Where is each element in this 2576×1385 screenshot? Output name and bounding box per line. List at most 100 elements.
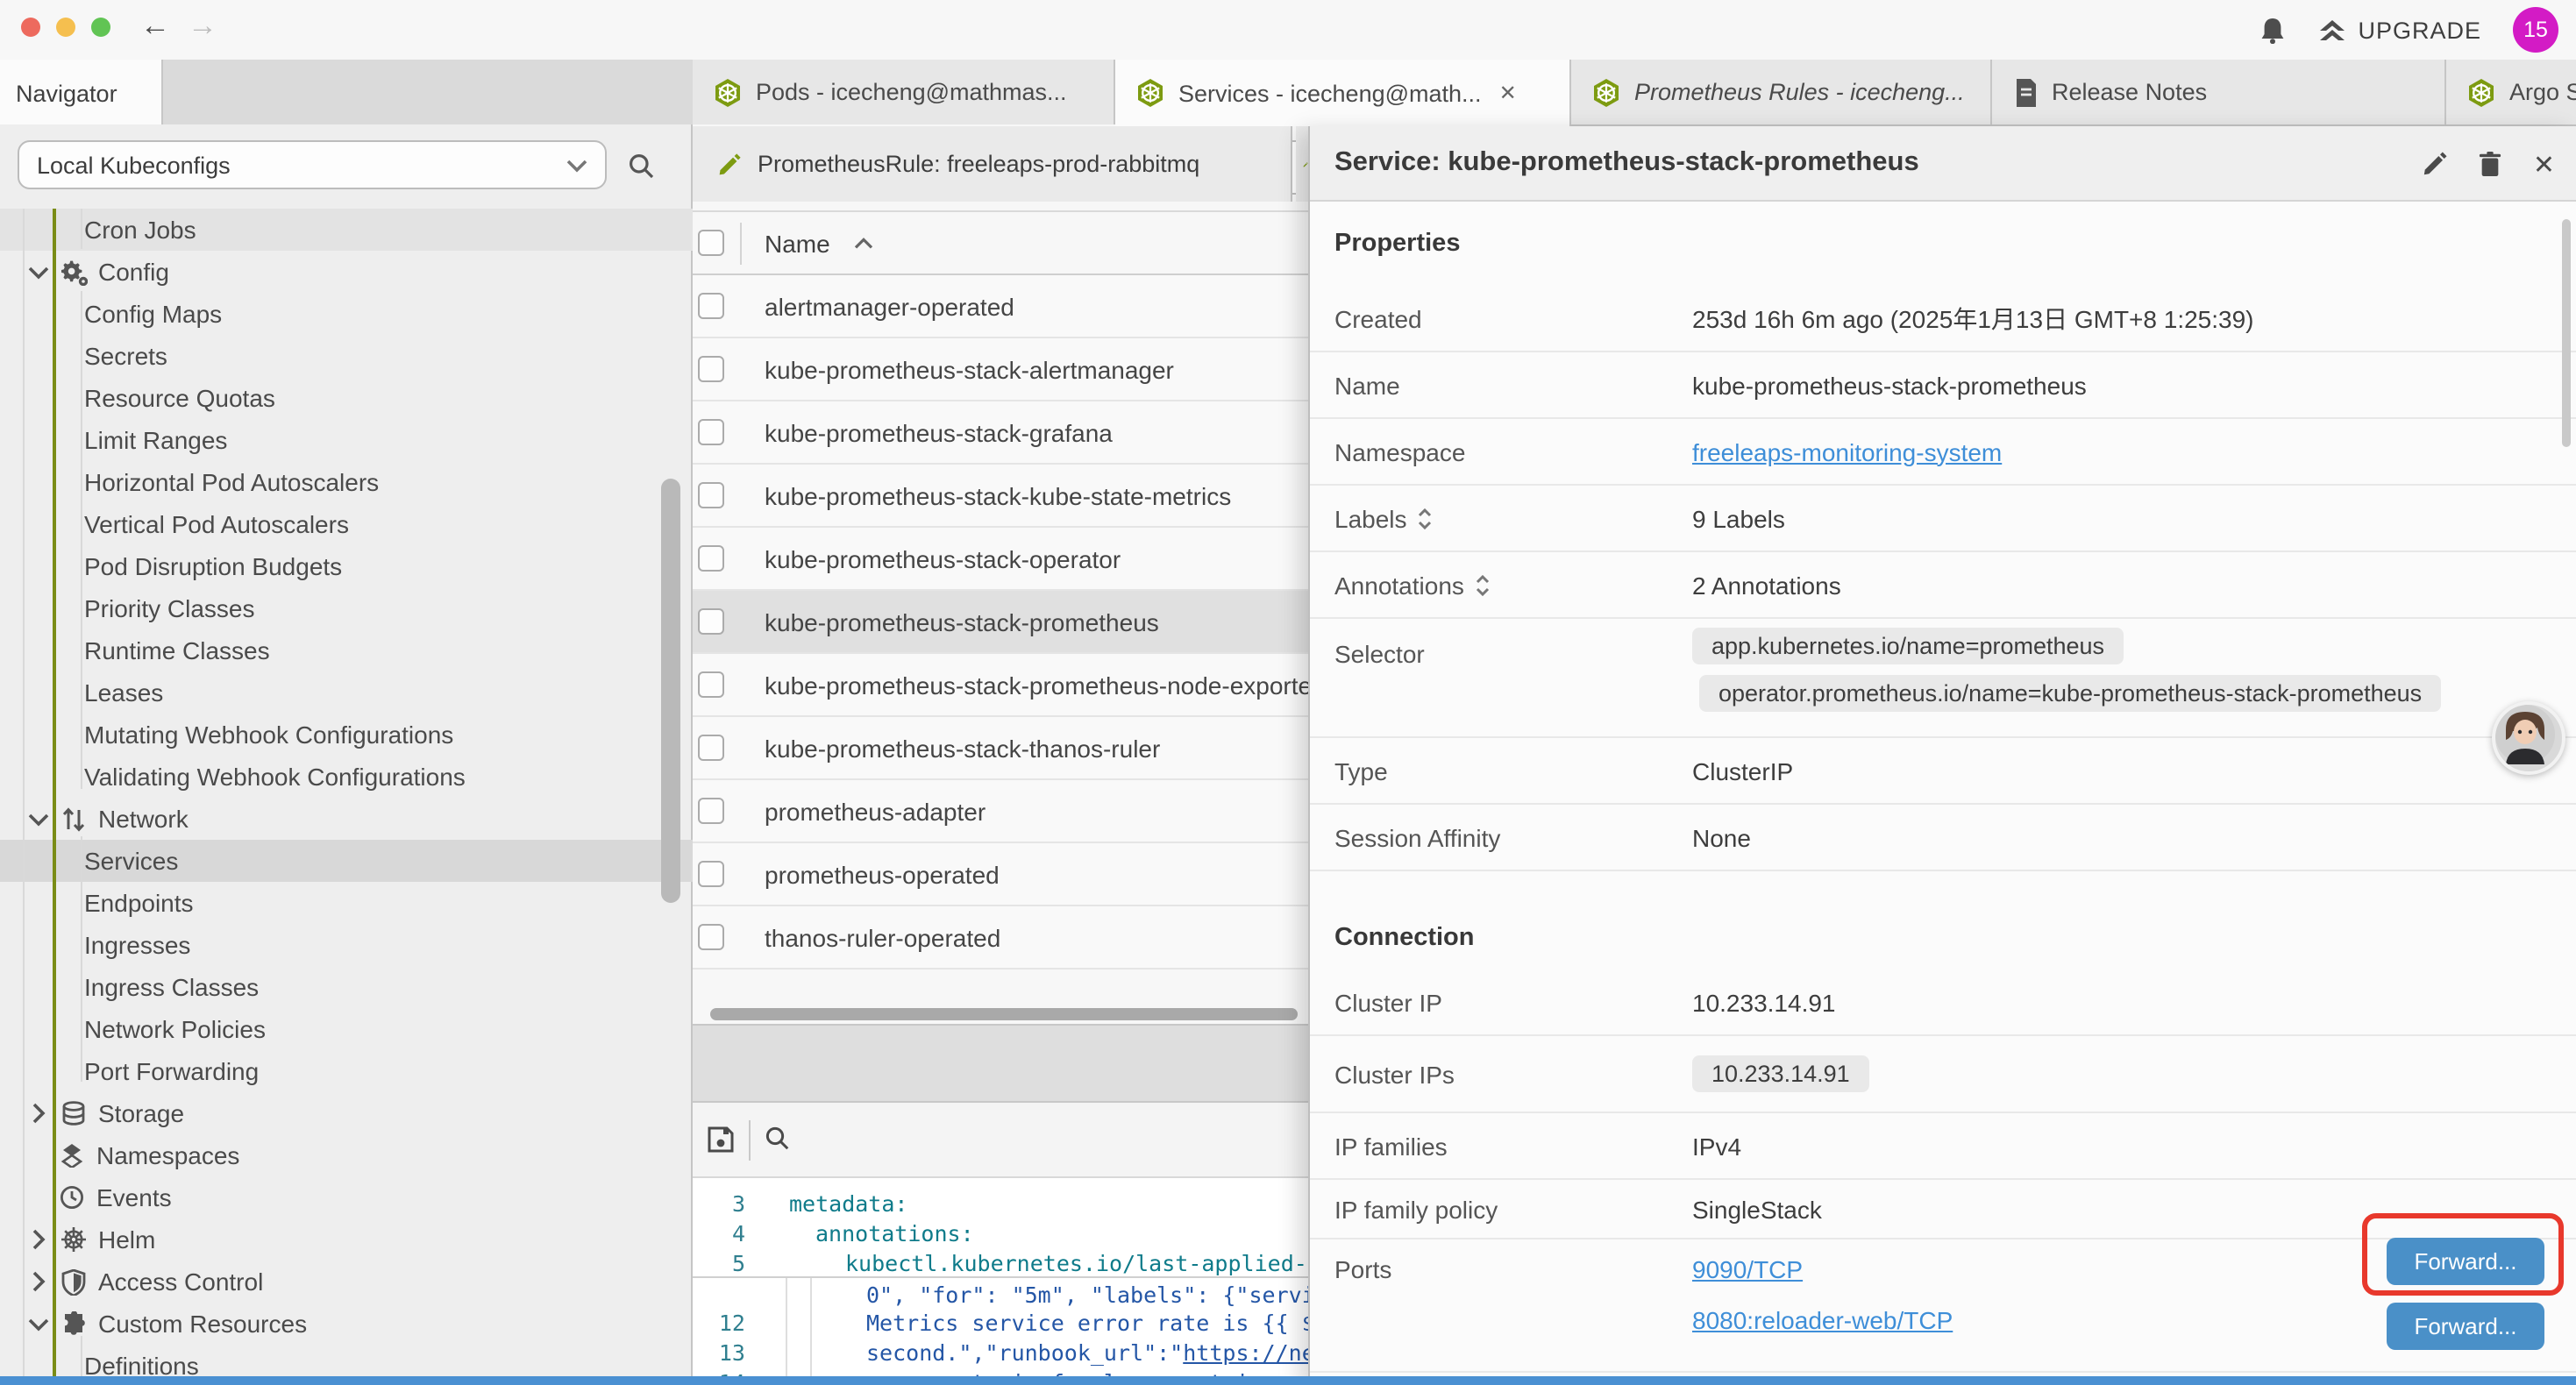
tree-item-validating-webhook-configurations[interactable]: Validating Webhook Configurations [0,756,693,798]
upgrade-button[interactable]: UPGRADE [2317,17,2481,43]
row-checkbox[interactable] [698,671,724,698]
tree-item-events[interactable]: Events [0,1176,693,1218]
tree-item-access-control[interactable]: Access Control [0,1261,693,1303]
service-name: prometheus-adapter [765,797,986,825]
window-zoom-button[interactable] [91,17,110,36]
row-checkbox[interactable] [698,356,724,382]
window-minimize-button[interactable] [56,17,75,36]
tree-item-services[interactable]: Services [0,840,693,882]
forward-button-8080[interactable]: Forward... [2387,1303,2544,1350]
editor-tab-partial[interactable] [1296,126,1308,202]
tree-item-mutating-webhook-configurations[interactable]: Mutating Webhook Configurations [0,714,693,756]
tree-item-namespaces[interactable]: Namespaces [0,1134,693,1176]
row-checkbox[interactable] [698,924,724,950]
list-item[interactable]: thanos-ruler-operated [693,906,1308,970]
list-item[interactable]: kube-prometheus-stack-operator [693,528,1308,591]
tree-item-endpoints[interactable]: Endpoints [0,882,693,924]
list-item[interactable]: kube-prometheus-stack-kube-state-metrics [693,465,1308,528]
tree-item-label: Resource Quotas [84,384,275,412]
line-number: 5 [693,1248,745,1278]
edit-pencil-icon[interactable] [2423,151,2449,177]
row-checkbox[interactable] [698,293,724,319]
list-item-selected[interactable]: kube-prometheus-stack-prometheus [693,591,1308,654]
namespace-link[interactable]: freeleaps-monitoring-system [1692,437,2002,465]
notifications-bell-icon[interactable] [2258,16,2286,44]
tree-item-network[interactable]: Network [0,798,693,840]
search-icon[interactable] [765,1126,791,1152]
selector-chip[interactable]: operator.prometheus.io/name=kube-prometh… [1699,675,2441,712]
tree-item-runtime-classes[interactable]: Runtime Classes [0,629,693,671]
select-all-checkbox[interactable] [698,230,724,256]
tree-item-leases[interactable]: Leases [0,671,693,714]
list-item[interactable]: prometheus-operated [693,843,1308,906]
expand-collapse-icon[interactable] [1418,508,1434,529]
panel-scrollbar-thumb[interactable] [2562,219,2571,447]
chevron-down-icon [28,810,49,827]
save-icon[interactable] [707,1126,735,1154]
cluster-ip-chip[interactable]: 10.233.14.91 [1692,1055,1869,1092]
tree-item-helm[interactable]: Helm [0,1218,693,1261]
list-item[interactable]: kube-prometheus-stack-grafana [693,401,1308,465]
port-link-9090[interactable]: 9090/TCP [1692,1255,1953,1283]
tab-argo[interactable]: Argo Se [2446,60,2576,124]
detail-panel-header: Service: kube-prometheus-stack-prometheu… [1310,126,2576,202]
tree-item-priority-classes[interactable]: Priority Classes [0,587,693,629]
row-checkbox[interactable] [698,798,724,824]
window-close-button[interactable] [21,17,40,36]
tree-scrollbar-thumb[interactable] [661,479,680,903]
list-item[interactable]: alertmanager-operated [693,275,1308,338]
tab-close-icon[interactable]: ✕ [1499,81,1517,105]
tree-item-horizontal-pod-autoscalers[interactable]: Horizontal Pod Autoscalers [0,461,693,503]
tab-prometheus-rules[interactable]: Prometheus Rules - icecheng... [1571,60,1992,124]
property-row-cluster-ips: Cluster IPs 10.233.14.91 [1310,1036,2576,1113]
tree-item-ingress-classes[interactable]: Ingress Classes [0,966,693,1008]
tree-item-port-forwarding[interactable]: Port Forwarding [0,1050,693,1092]
sort-ascending-icon[interactable] [855,235,874,251]
column-header-name[interactable]: Name [765,229,830,257]
tree-item-cron-jobs[interactable]: Cron Jobs [0,209,693,251]
code-link[interactable]: https://net [1183,1339,1308,1366]
tree-item-custom-resources[interactable]: Custom Resources [0,1303,693,1345]
delete-trash-icon[interactable] [2479,151,2503,177]
row-checkbox[interactable] [698,482,724,508]
list-item[interactable]: kube-prometheus-stack-thanos-ruler [693,717,1308,780]
tree-item-limit-ranges[interactable]: Limit Ranges [0,419,693,461]
list-item[interactable]: kube-prometheus-stack-prometheus-node-ex… [693,654,1308,717]
chevron-down-icon [28,263,49,281]
tab-release-notes[interactable]: Release Notes [1992,60,2446,124]
tree-item-vertical-pod-autoscalers[interactable]: Vertical Pod Autoscalers [0,503,693,545]
tree-item-resource-quotas[interactable]: Resource Quotas [0,377,693,419]
tree-item-ingresses[interactable]: Ingresses [0,924,693,966]
user-avatar[interactable] [2492,701,2565,775]
list-item[interactable]: prometheus-adapter [693,780,1308,843]
kubeconfig-source-dropdown[interactable]: Local Kubeconfigs [18,140,607,189]
service-name: kube-prometheus-stack-prometheus-node-ex… [765,671,1308,699]
row-checkbox[interactable] [698,608,724,635]
service-detail-panel: Service: kube-prometheus-stack-prometheu… [1308,126,2576,1385]
tab-pods[interactable]: Pods - icecheng@mathmas... [693,60,1115,124]
port-link-8080[interactable]: 8080:reloader-web/TCP [1692,1306,1953,1334]
list-item[interactable]: kube-prometheus-stack-alertmanager [693,338,1308,401]
tree-item-config[interactable]: Config [0,251,693,293]
forward-arrow-icon[interactable]: → [188,9,217,44]
notification-count-badge[interactable]: 15 [2513,7,2558,53]
tree-item-secrets[interactable]: Secrets [0,335,693,377]
property-value: SingleStack [1692,1195,1822,1223]
selector-chip[interactable]: app.kubernetes.io/name=prometheus [1692,628,2124,664]
row-checkbox[interactable] [698,419,724,445]
tab-navigator[interactable]: Navigator [0,60,163,126]
tree-item-storage[interactable]: Storage [0,1092,693,1134]
tree-item-config-maps[interactable]: Config Maps [0,293,693,335]
tree-item-network-policies[interactable]: Network Policies [0,1008,693,1050]
tree-item-pod-disruption-budgets[interactable]: Pod Disruption Budgets [0,545,693,587]
horizontal-scrollbar-thumb[interactable] [710,1008,1298,1020]
tab-services[interactable]: Services - icecheng@math... ✕ [1115,60,1571,126]
row-checkbox[interactable] [698,545,724,572]
back-arrow-icon[interactable]: ← [140,9,170,44]
editor-tab-prometheusrule[interactable]: PrometheusRule: freeleaps-prod-rabbitmq [693,126,1292,202]
row-checkbox[interactable] [698,861,724,887]
row-checkbox[interactable] [698,735,724,761]
expand-collapse-icon[interactable] [1475,574,1491,595]
close-panel-icon[interactable]: ✕ [2533,148,2555,180]
search-icon[interactable] [628,153,656,181]
